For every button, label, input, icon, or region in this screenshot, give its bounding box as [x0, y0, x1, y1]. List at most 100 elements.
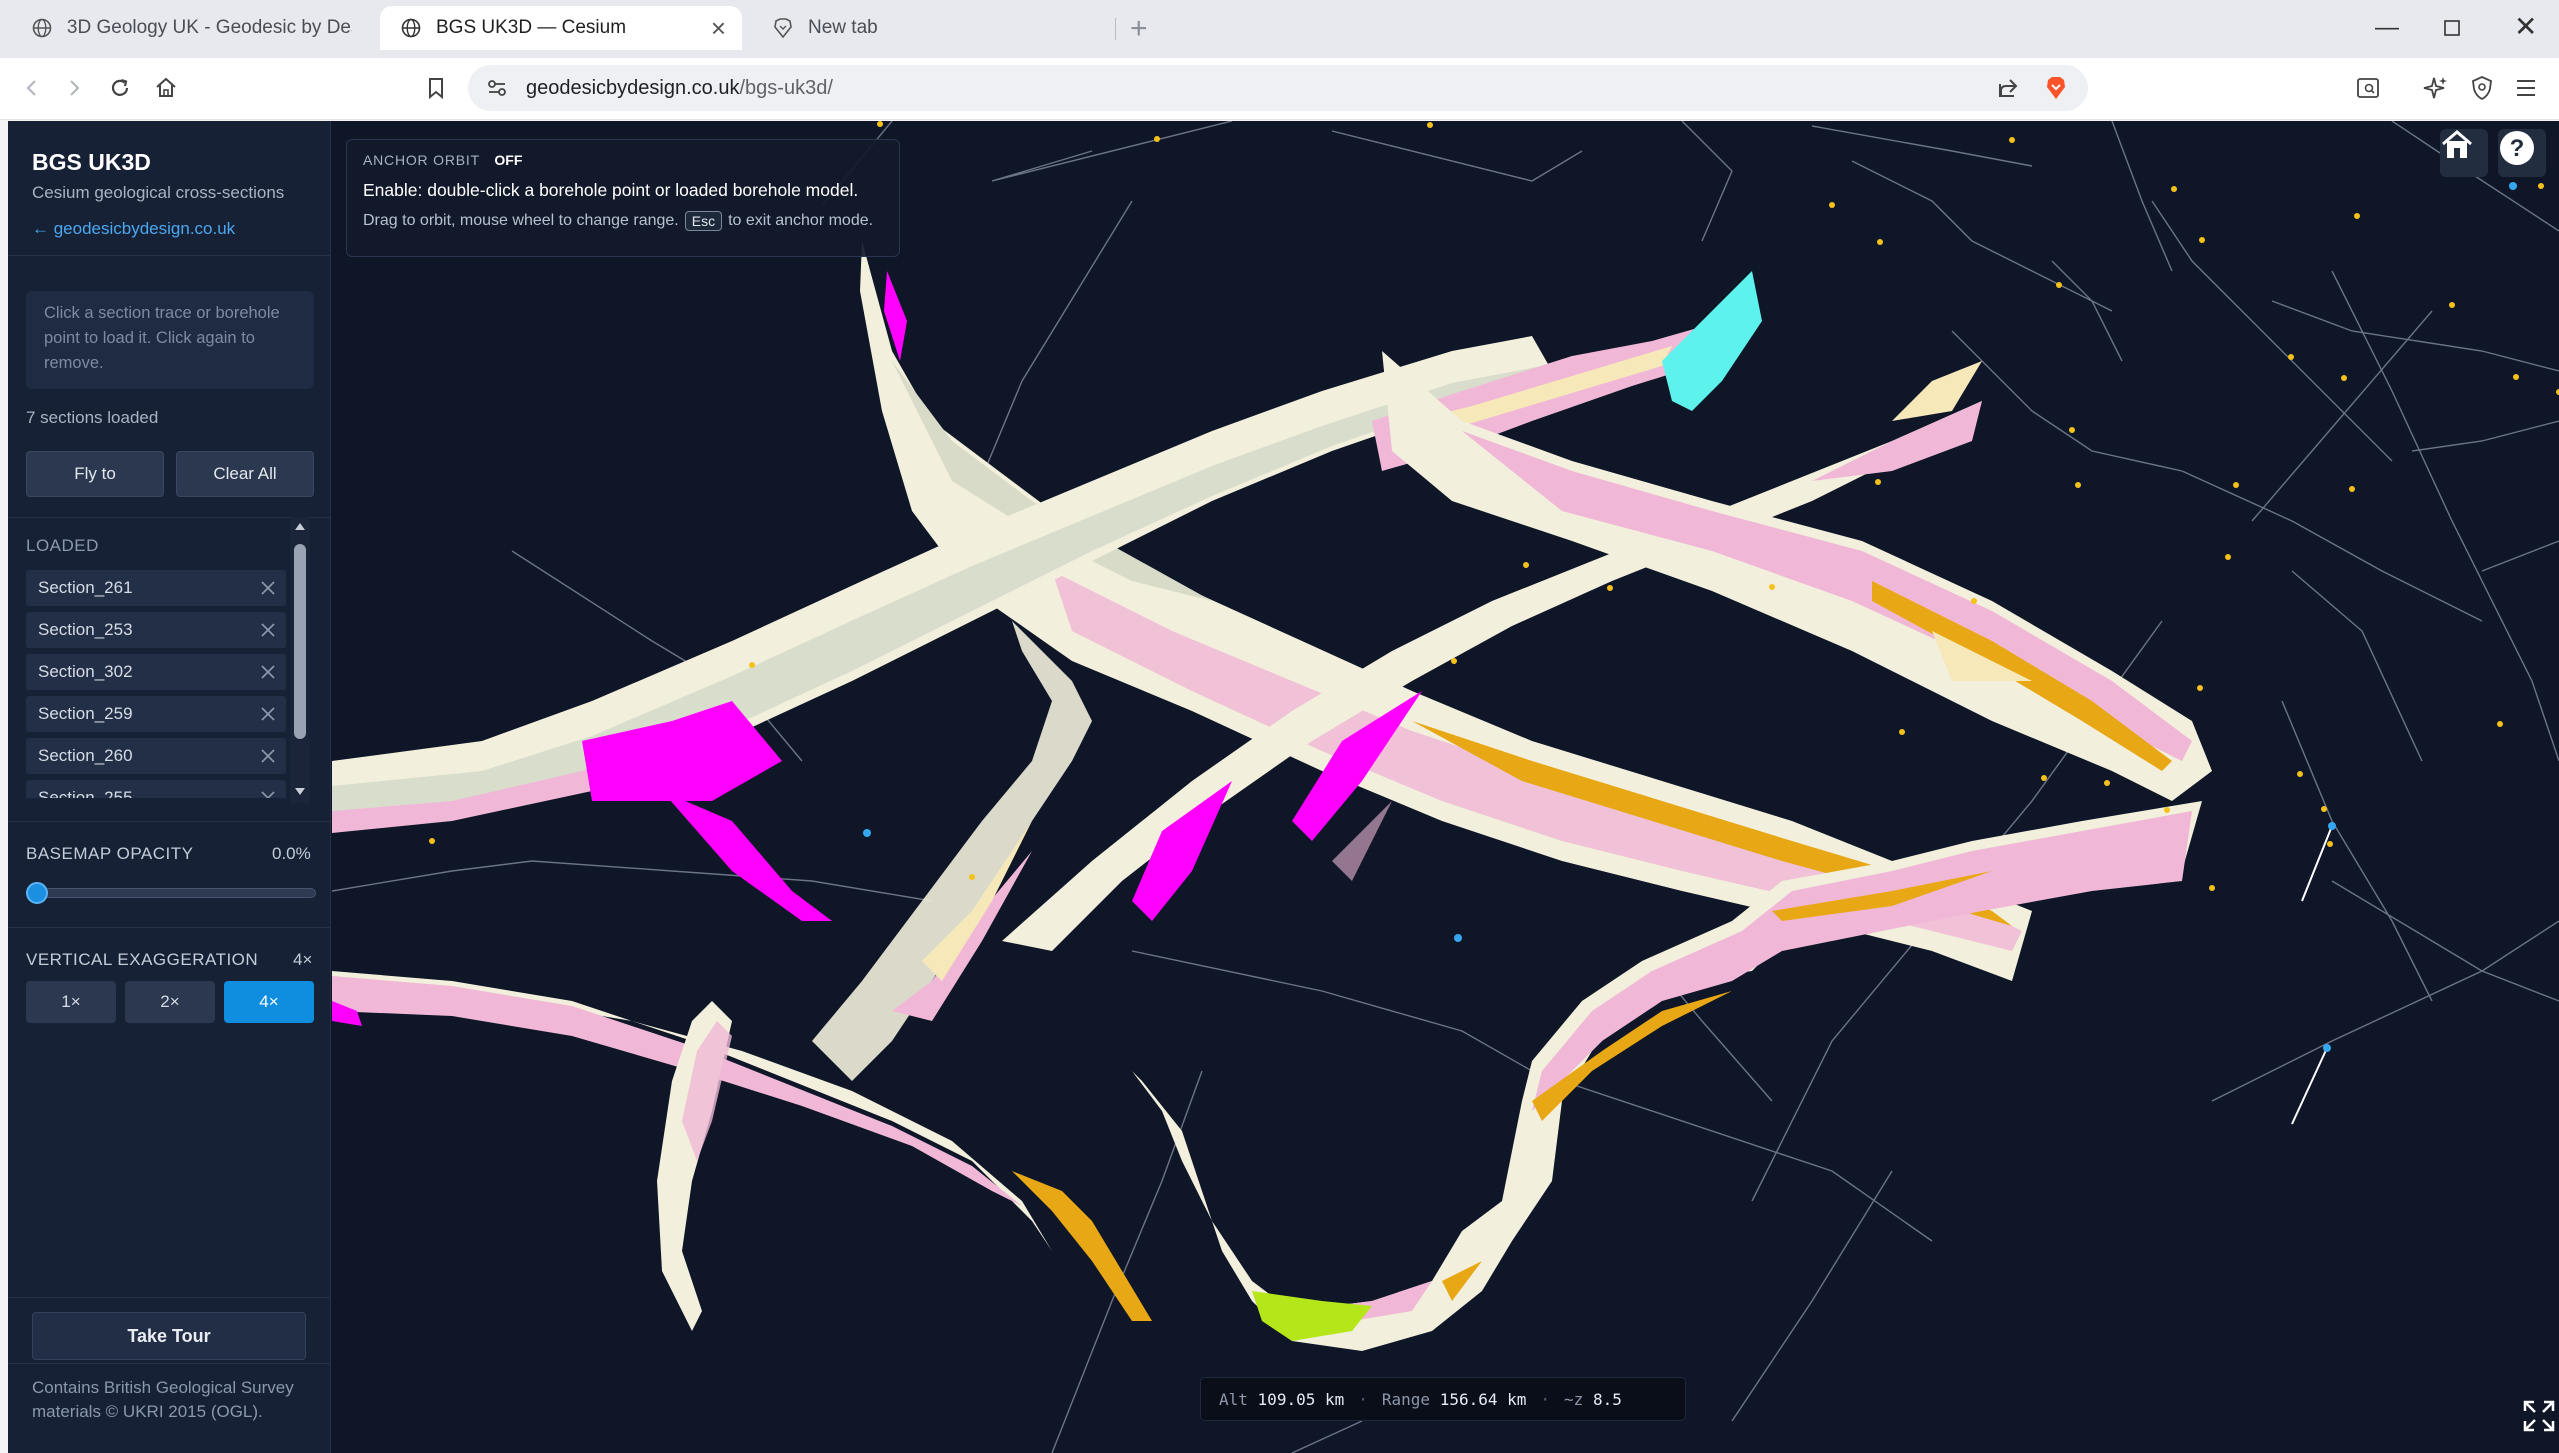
back-link[interactable]: ← geodesicbydesign.co.uk — [32, 219, 235, 239]
ve-2x-button[interactable]: 2× — [125, 981, 215, 1023]
loaded-section-item[interactable]: Section_259 — [26, 696, 286, 732]
vertical-exaggeration-label: VERTICAL EXAGGERATION — [26, 950, 259, 969]
sections-count: 7 sections loaded — [26, 408, 159, 427]
section-ribbon — [812, 621, 1092, 1081]
anchor-help-text: Drag to orbit, mouse wheel to change ran… — [363, 212, 679, 229]
url-text: geodesicbydesign.co.uk/bgs-uk3d/ — [526, 77, 833, 100]
remove-section-icon[interactable] — [258, 746, 278, 766]
close-tab-icon[interactable]: × — [711, 13, 726, 44]
app-title: BGS UK3D — [32, 149, 151, 175]
forward-icon[interactable] — [58, 72, 90, 104]
section-ribbon — [332, 971, 1152, 1331]
loaded-section-label: Section_261 — [38, 578, 133, 597]
site-settings-icon[interactable] — [486, 77, 508, 104]
esc-key-badge: Esc — [684, 211, 723, 231]
altitude-label: Alt — [1219, 1389, 1248, 1409]
basemap-opacity-value: 0.0% — [272, 844, 311, 863]
home-view-button[interactable] — [2440, 129, 2488, 177]
separator-dot: · — [1358, 1389, 1368, 1409]
sidebar-panel-icon[interactable] — [2352, 72, 2384, 104]
tab-new-tab[interactable]: New tab — [752, 6, 1112, 50]
loaded-section-label: Section_253 — [38, 620, 133, 639]
home-icon — [2442, 130, 2472, 158]
anchor-orbit-instruction: Enable: double-click a borehole point or… — [363, 180, 859, 200]
anchor-orbit-title: ANCHOR ORBIT — [363, 152, 480, 168]
fullscreen-icon — [2523, 1400, 2555, 1432]
zoom-value: 8.5 — [1592, 1389, 1622, 1409]
divider — [8, 821, 330, 822]
new-tab-plus-icon[interactable]: + — [1130, 12, 1148, 46]
attribution: Contains British Geological Survey mater… — [32, 1378, 294, 1421]
bookmark-icon[interactable] — [420, 72, 452, 104]
range-value: 156.64 km — [1439, 1389, 1527, 1409]
svg-text:?: ? — [2510, 135, 2525, 162]
hint-box: Click a section trace or borehole point … — [26, 291, 314, 389]
maximize-icon[interactable] — [2443, 16, 2461, 44]
tab-3d-geology[interactable]: 3D Geology UK - Geodesic by Design — [12, 6, 372, 50]
cesium-viewport[interactable]: ANCHOR ORBIT OFF Enable: double-click a … — [332, 121, 2559, 1453]
help-button[interactable]: ? — [2498, 129, 2546, 177]
basemap-opacity-label: BASEMAP OPACITY — [26, 844, 194, 863]
fly-to-button[interactable]: Fly to — [26, 451, 164, 497]
brave-lion-icon — [772, 17, 794, 39]
range-label: Range — [1381, 1389, 1431, 1409]
remove-section-icon[interactable] — [258, 788, 278, 798]
anchor-orbit-help: Drag to orbit, mouse wheel to change ran… — [363, 211, 883, 231]
zoom-label: ~z — [1564, 1389, 1584, 1409]
back-icon[interactable] — [16, 72, 48, 104]
tab-bgs-uk3d[interactable]: BGS UK3D — Cesium × — [380, 6, 742, 50]
altitude-value: 109.05 km — [1257, 1389, 1345, 1409]
remove-section-icon[interactable] — [258, 578, 278, 598]
share-icon[interactable] — [1996, 76, 2020, 105]
url-host: geodesicbydesign.co.uk — [526, 77, 740, 99]
minimize-icon[interactable]: — — [2375, 14, 2399, 42]
reload-icon[interactable] — [104, 72, 136, 104]
take-tour-button[interactable]: Take Tour — [32, 1312, 306, 1360]
loaded-section-item[interactable]: Section_253 — [26, 612, 286, 648]
app-subtitle: Cesium geological cross-sections — [32, 183, 285, 202]
globe-icon — [32, 17, 53, 39]
remove-section-icon[interactable] — [258, 704, 278, 724]
loaded-section-label: Section_255 — [38, 788, 133, 798]
loaded-section-label: Section_302 — [38, 662, 133, 681]
menu-icon[interactable] — [2510, 72, 2542, 104]
scrollbar-thumb[interactable] — [294, 544, 306, 739]
brave-shields-icon[interactable] — [2044, 75, 2068, 106]
vpn-shield-icon[interactable] — [2466, 72, 2498, 104]
divider — [8, 1363, 330, 1364]
url-path: /bgs-uk3d/ — [739, 77, 833, 99]
browser-toolbar: geodesicbydesign.co.uk/bgs-uk3d/ — [0, 58, 2559, 120]
loaded-section-item[interactable]: Section_261 — [26, 570, 286, 606]
anchor-help-text-end: to exit anchor mode. — [728, 212, 874, 229]
close-window-icon[interactable]: ✕ — [2514, 10, 2537, 43]
loaded-section-item[interactable]: Section_255 — [26, 780, 286, 798]
slider-thumb[interactable] — [26, 882, 48, 904]
remove-section-icon[interactable] — [258, 620, 278, 640]
anchor-orbit-panel: ANCHOR ORBIT OFF Enable: double-click a … — [346, 139, 900, 257]
camera-status-bar: Alt 109.05 km · Range 156.64 km · ~z 8.5 — [1200, 1377, 1686, 1421]
address-bar[interactable]: geodesicbydesign.co.uk/bgs-uk3d/ — [468, 65, 2088, 111]
scroll-down-icon[interactable] — [294, 787, 306, 797]
vertical-exaggeration-value: 4× — [293, 950, 313, 969]
tab-title: New tab — [808, 17, 878, 38]
remove-section-icon[interactable] — [258, 662, 278, 682]
geology-scene — [332, 121, 2559, 1453]
divider — [8, 1297, 330, 1298]
loaded-section-label: Section_259 — [38, 704, 133, 723]
ve-1x-button[interactable]: 1× — [26, 981, 116, 1023]
leo-ai-icon[interactable] — [2420, 72, 2452, 104]
tab-separator — [1115, 18, 1116, 40]
sidebar: BGS UK3D Cesium geological cross-section… — [8, 121, 331, 1453]
loaded-section-label: Section_260 — [38, 746, 133, 765]
fullscreen-button[interactable] — [2522, 1399, 2556, 1433]
browser-tab-strip: 3D Geology UK - Geodesic by Design BGS U… — [0, 0, 2559, 58]
clear-all-button[interactable]: Clear All — [176, 451, 314, 497]
scroll-up-icon[interactable] — [294, 521, 306, 531]
home-icon[interactable] — [150, 72, 182, 104]
basemap-opacity-slider[interactable] — [34, 888, 316, 898]
globe-icon — [400, 17, 422, 39]
ve-4x-button[interactable]: 4× — [224, 981, 314, 1023]
loaded-section-item[interactable]: Section_260 — [26, 738, 286, 774]
loaded-section-item[interactable]: Section_302 — [26, 654, 286, 690]
tab-title: BGS UK3D — Cesium — [436, 17, 627, 38]
